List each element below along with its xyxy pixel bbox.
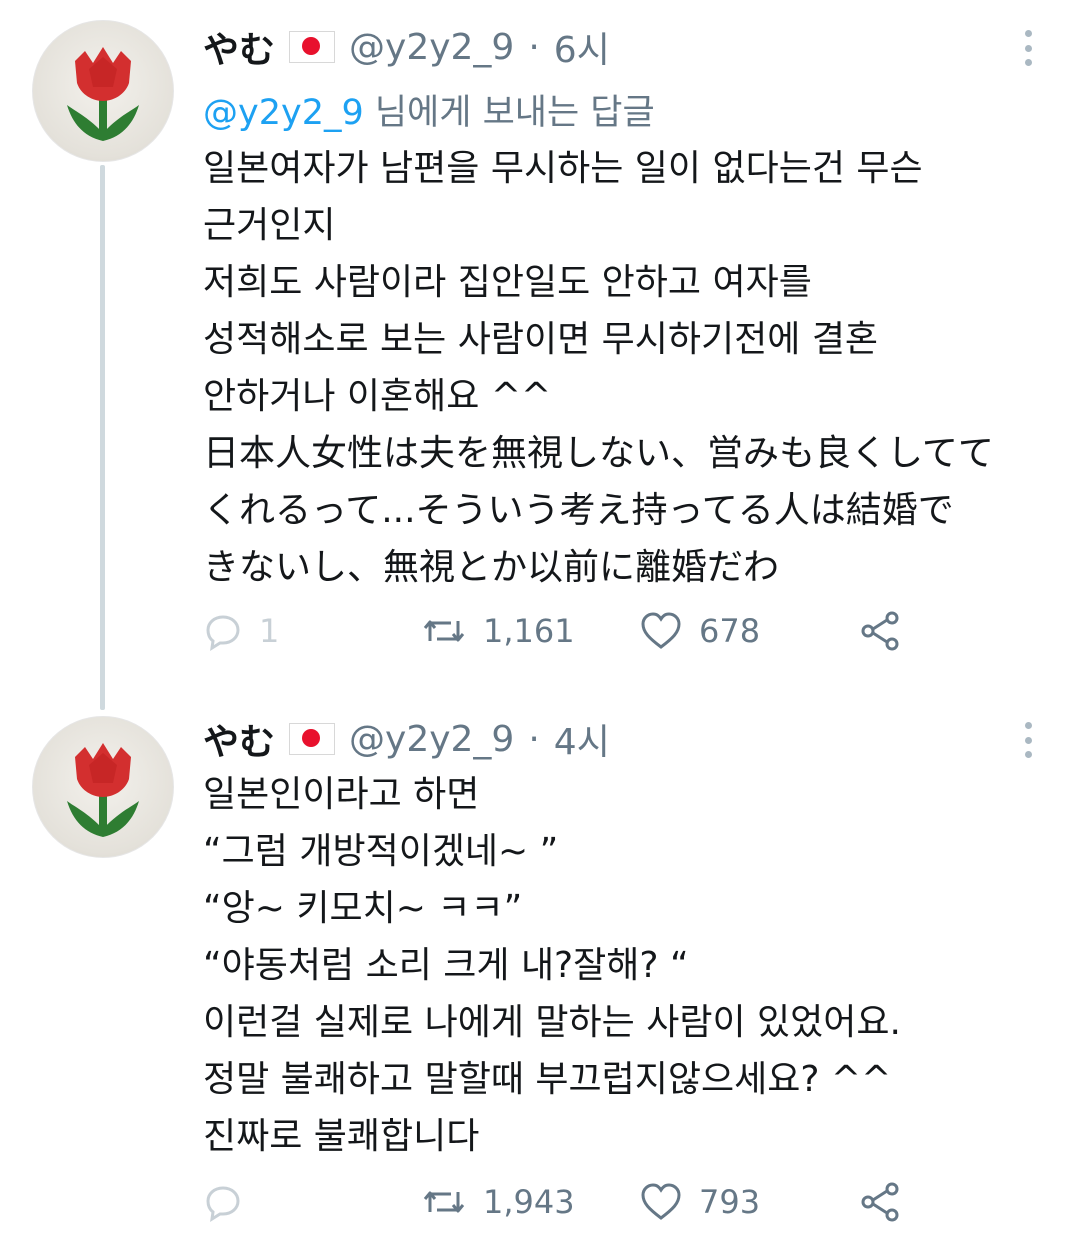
tulip-avatar-image bbox=[67, 47, 139, 141]
reply-icon bbox=[206, 615, 240, 651]
avatar[interactable] bbox=[32, 716, 174, 858]
reply-button[interactable] bbox=[203, 1178, 243, 1226]
reply-count: 1 bbox=[259, 612, 280, 650]
tweet-text: 일본인이라고 하면 “그럼 개방적이겠네~ ” “앙~ 키모치~ ㅋㅋ” “야동… bbox=[203, 766, 1053, 1165]
retweet-icon bbox=[423, 620, 465, 642]
timestamp[interactable]: 6시 bbox=[554, 21, 610, 73]
tweet-text-line: 정말 불쾌하고 말할때 부끄럽지않으세요? ^^ bbox=[203, 1059, 892, 1100]
tweet-text-line: “그럼 개방적이겠네~ ” bbox=[203, 831, 559, 872]
tweet-text-line: 진짜로 불쾌합니다 bbox=[203, 1116, 480, 1157]
thread-line bbox=[100, 165, 105, 710]
tweet-header: やむ @y2y2_9 · 6시 bbox=[203, 22, 610, 72]
reply-context-label: 님에게 보내는 답글 bbox=[363, 93, 655, 133]
more-vertical-icon[interactable] bbox=[1024, 722, 1032, 758]
share-button[interactable] bbox=[859, 607, 903, 655]
heart-icon bbox=[641, 1183, 681, 1220]
more-vertical-icon[interactable] bbox=[1024, 30, 1032, 66]
mention-link[interactable]: @y2y2_9 bbox=[203, 93, 364, 133]
tweet-text-line: 일본인이라고 하면 bbox=[203, 774, 480, 815]
like-button[interactable]: 678 bbox=[639, 607, 760, 655]
tweet-text-line: 성적해소로 보는 사람이면 무시하기전에 결혼 bbox=[203, 319, 879, 360]
retweet-count: 1,161 bbox=[483, 612, 575, 650]
japan-flag-icon bbox=[289, 723, 336, 755]
tweet-text-line: “앙~ 키모치~ ㅋㅋ” bbox=[203, 888, 523, 929]
tweet-text-line: 저희도 사람이라 집안일도 안하고 여자를 bbox=[203, 262, 812, 303]
user-handle[interactable]: @y2y2_9 bbox=[349, 27, 514, 68]
share-icon bbox=[861, 611, 899, 651]
tweet-text-line: 안하거나 이혼해요 ^^ bbox=[203, 376, 552, 417]
reply-button[interactable]: 1 bbox=[203, 607, 279, 655]
separator: · bbox=[528, 718, 540, 760]
tweet-actions: 1,943 793 bbox=[203, 1178, 923, 1226]
user-handle[interactable]: @y2y2_9 bbox=[349, 719, 514, 760]
japan-flag-icon bbox=[289, 31, 336, 63]
like-count: 793 bbox=[699, 1183, 761, 1221]
tweet[interactable]: やむ @y2y2_9 · 6시 @y2y2_9 님에게 보내는 답글 일본여자가… bbox=[0, 0, 1080, 710]
reply-context: @y2y2_9 님에게 보내는 답글 bbox=[203, 84, 655, 135]
tweet-text-line: くれるって...そういう考え持ってる人は結婚で bbox=[203, 490, 954, 531]
tweet[interactable]: やむ @y2y2_9 · 4시 일본인이라고 하면 “그럼 개방적이겠네~ ” … bbox=[0, 700, 1080, 1247]
avatar[interactable] bbox=[32, 20, 174, 162]
retweet-icon bbox=[423, 1191, 465, 1213]
tulip-avatar-image bbox=[67, 743, 139, 837]
tweet-header: やむ @y2y2_9 · 4시 bbox=[203, 714, 610, 764]
share-button[interactable] bbox=[859, 1178, 903, 1226]
share-icon bbox=[861, 1182, 899, 1222]
heart-icon bbox=[641, 612, 681, 649]
retweet-count: 1,943 bbox=[483, 1183, 575, 1221]
retweet-button[interactable]: 1,943 bbox=[421, 1178, 575, 1226]
reply-icon bbox=[206, 1186, 240, 1222]
tweet-text-line: 日本人女性は夫を無視しない、営みも良くしてて bbox=[203, 433, 994, 474]
tweet-text: 일본여자가 남편을 무시하는 일이 없다는건 무슨 근거인지 저희도 사람이라 … bbox=[203, 140, 1053, 596]
tweet-text-line: 이런걸 실제로 나에게 말하는 사람이 있었어요. bbox=[203, 1002, 901, 1043]
separator: · bbox=[528, 26, 540, 68]
tweet-actions: 1 1,161 678 bbox=[203, 607, 923, 655]
tweet-text-line: “야동처럼 소리 크게 내?잘해? “ bbox=[203, 945, 689, 986]
tweet-text-line: 일본여자가 남편을 무시하는 일이 없다는건 무슨 bbox=[203, 148, 923, 189]
like-count: 678 bbox=[699, 612, 761, 650]
timestamp[interactable]: 4시 bbox=[554, 713, 610, 765]
like-button[interactable]: 793 bbox=[639, 1178, 760, 1226]
display-name[interactable]: やむ bbox=[203, 21, 275, 73]
tweet-text-line: きないし、無視とか以前に離婚だわ bbox=[203, 547, 780, 588]
display-name[interactable]: やむ bbox=[203, 713, 275, 765]
tweet-text-line: 근거인지 bbox=[203, 205, 336, 246]
retweet-button[interactable]: 1,161 bbox=[421, 607, 575, 655]
